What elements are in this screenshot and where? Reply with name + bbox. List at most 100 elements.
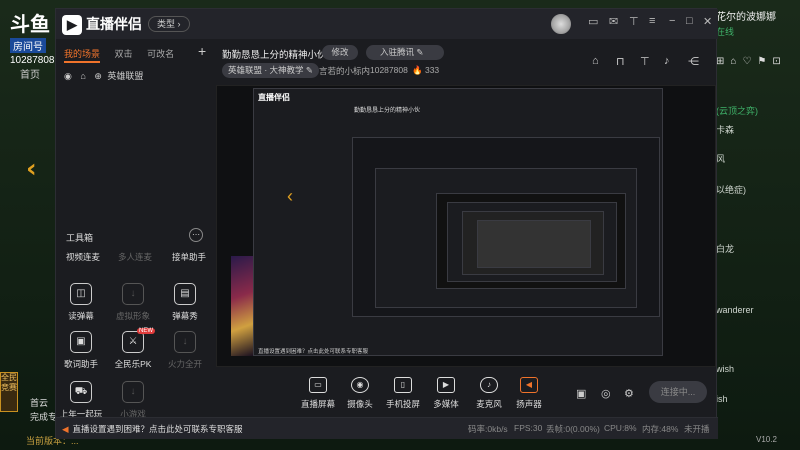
lock-icon[interactable]: ⌂	[730, 56, 742, 67]
edit-title-button[interactable]: 修改	[322, 45, 358, 60]
record-icon[interactable]: ▣	[576, 387, 586, 400]
app-logo-icon: ▶	[62, 15, 82, 36]
speaker-label: 扬声器	[516, 399, 542, 409]
nested-window-2	[352, 137, 660, 317]
bottom-left-label: 完成专	[30, 412, 58, 422]
bitrate: 码率:0kb/s	[468, 424, 508, 434]
tool-danmaku-show[interactable]: ▤ 弹幕秀	[160, 283, 210, 322]
tools-more-button[interactable]: ⋯	[189, 228, 203, 242]
tool-mini-game: ↓ 小游戏	[108, 381, 158, 420]
phone-cast-label: 手机投屏	[385, 399, 420, 409]
tab-renamable[interactable]: 可改名	[147, 49, 174, 59]
tool-label: 虚拟形象	[115, 311, 150, 321]
camera-icon: ◉	[351, 377, 369, 393]
prev-chevron-icon[interactable]: ‹	[26, 154, 37, 184]
cpu-usage: CPU:8%	[604, 423, 637, 433]
type-selector[interactable]: 类型 ›	[148, 16, 190, 32]
nested-brand: 直播伴侣	[258, 93, 290, 102]
preview-icon[interactable]: ◎	[601, 387, 611, 400]
pencil-icon: ✎	[416, 47, 424, 57]
chat-line: 风	[716, 154, 726, 164]
phone-cast-button[interactable]: ▯ 手机投屏	[380, 377, 426, 410]
danmaku-icon: ◫	[70, 283, 92, 305]
home-icon[interactable]: ⌂	[592, 55, 599, 67]
media-button[interactable]: ▶ 多媒体	[423, 377, 469, 410]
unlock-icon[interactable]: ⊓	[616, 55, 625, 68]
screen-share-label: 直播屏幕	[300, 399, 335, 409]
tab-double-click[interactable]: 双击	[115, 49, 133, 59]
screen-share-button[interactable]: ▭ 直播屏幕	[295, 377, 341, 410]
status-bar: ◀ 直播设置遇到困难？点击此处可联系专职客服 码率:0kb/s FPS:30 丢帧…	[56, 417, 718, 439]
maximize-icon[interactable]: □	[686, 15, 693, 27]
tool-order-helper[interactable]: 接单助手	[172, 251, 206, 263]
tools-title: 工具箱	[66, 233, 94, 243]
category-label: 入驻腾讯	[380, 47, 415, 57]
support-notice[interactable]: ◀ 直播设置遇到困难？点击此处可联系专职客服	[62, 423, 243, 435]
share-icon[interactable]: ⋲	[688, 55, 699, 68]
scene-name: 英雄联盟	[107, 71, 144, 81]
add-scene-button[interactable]: +	[198, 43, 206, 59]
chat-toolbar: ⊞⌂♡⚑⊡	[716, 56, 787, 67]
tool-play-together[interactable]: ⛟ 上年一起玩	[56, 381, 106, 420]
tool-read-danmaku[interactable]: ◫ 读弹幕	[56, 283, 106, 322]
app-brand-text: 直播伴侣	[86, 16, 142, 32]
camera-button[interactable]: ◉ 摄像头	[337, 377, 383, 410]
cart-icon[interactable]: ⊡	[772, 56, 786, 67]
tool-full-fire: ↓ 火力全开	[160, 331, 210, 370]
screen-icon[interactable]: ▭	[588, 15, 598, 28]
phone-cast-icon: ▯	[394, 377, 412, 393]
bell-icon[interactable]: ♪	[664, 55, 670, 67]
game-art	[231, 256, 253, 356]
heart-icon[interactable]: ♡	[742, 56, 757, 67]
tool-label: 弹幕秀	[172, 311, 198, 321]
nested-window-6	[462, 211, 604, 275]
gift-icon[interactable]: ⊞	[716, 56, 730, 67]
horn-icon: ◀	[62, 424, 69, 434]
room-title: 勤勤恳恳上分的精神小伙	[222, 50, 327, 61]
chat-line: ish	[716, 394, 728, 404]
microphone-label: 麦克风	[476, 399, 502, 409]
avatar[interactable]	[551, 14, 571, 34]
start-live-button[interactable]: 连接中...	[649, 381, 707, 403]
tool-pk[interactable]: ⚔ NEW 全民乐PK	[108, 328, 158, 370]
eye-icon[interactable]: ◉	[64, 71, 72, 81]
flag-icon[interactable]: ⚑	[757, 56, 772, 67]
hot-number: 333	[424, 65, 440, 75]
shirt-icon[interactable]: ⊤	[640, 55, 650, 68]
game-label: 英雄联盟 · 大神教学	[228, 65, 304, 75]
menu-icon[interactable]: ≡	[649, 15, 655, 27]
room-badge: 房间号	[10, 38, 46, 53]
mail-icon[interactable]: ✉	[609, 15, 618, 28]
tool-label: 全民乐PK	[114, 359, 152, 369]
tool-lyrics-helper[interactable]: ▣ 歌词助手	[56, 331, 106, 370]
type-label: 类型	[157, 19, 176, 29]
version-label: V10.2	[756, 435, 777, 444]
drop-frames: 丢帧:0(0.00%)	[546, 424, 600, 434]
settings-icon[interactable]: ⚙	[624, 387, 634, 400]
close-icon[interactable]: ✕	[703, 15, 712, 28]
chat-line: (云顶之弈)	[716, 106, 758, 116]
stream-preview[interactable]: 直播伴侣 勤勤恳恳上分的精神小伙 直播设置遇到困难？点击此处可联系专职客服 ‹	[216, 85, 716, 367]
tab-my-scenes[interactable]: 我的场景	[64, 49, 101, 63]
chat-header: 花尔的波娜娜 在线	[716, 8, 800, 38]
tool-multi-link: 多人连麦	[118, 252, 153, 262]
tool-video-link[interactable]: 视频连麦	[66, 251, 100, 263]
streamer-name: 言若的小标内	[319, 66, 371, 76]
new-badge: NEW	[137, 328, 155, 334]
gamepad-icon: ⊕	[94, 71, 102, 81]
side-badge[interactable]: 全民竞赛	[0, 372, 18, 412]
game-selector[interactable]: 英雄联盟 · 大神教学 ✎	[222, 63, 320, 78]
category-selector[interactable]: 入驻腾讯 ✎	[366, 45, 444, 60]
left-panel: 我的场景 双击 可改名 + ◉ ⌂ ⊕ 英雄联盟 工具箱 ⋯ 视频连麦 多人连麦…	[56, 39, 214, 420]
minimize-icon[interactable]: −	[669, 15, 675, 27]
home-link[interactable]: 首页	[10, 66, 58, 81]
chat-line: wanderer	[716, 305, 754, 315]
live-state: 未开播	[684, 424, 710, 434]
speaker-button[interactable]: ◀ 扬声器	[506, 377, 552, 410]
room-id: 10287808	[370, 65, 408, 75]
scene-item[interactable]: ◉ ⌂ ⊕ 英雄联盟	[64, 69, 143, 82]
shirt-icon[interactable]: ⊤	[629, 15, 639, 28]
tool-label: 火力全开	[167, 359, 202, 369]
chat-header-title: 花尔的波娜娜	[716, 12, 776, 23]
lock-icon[interactable]: ⌂	[80, 71, 85, 81]
